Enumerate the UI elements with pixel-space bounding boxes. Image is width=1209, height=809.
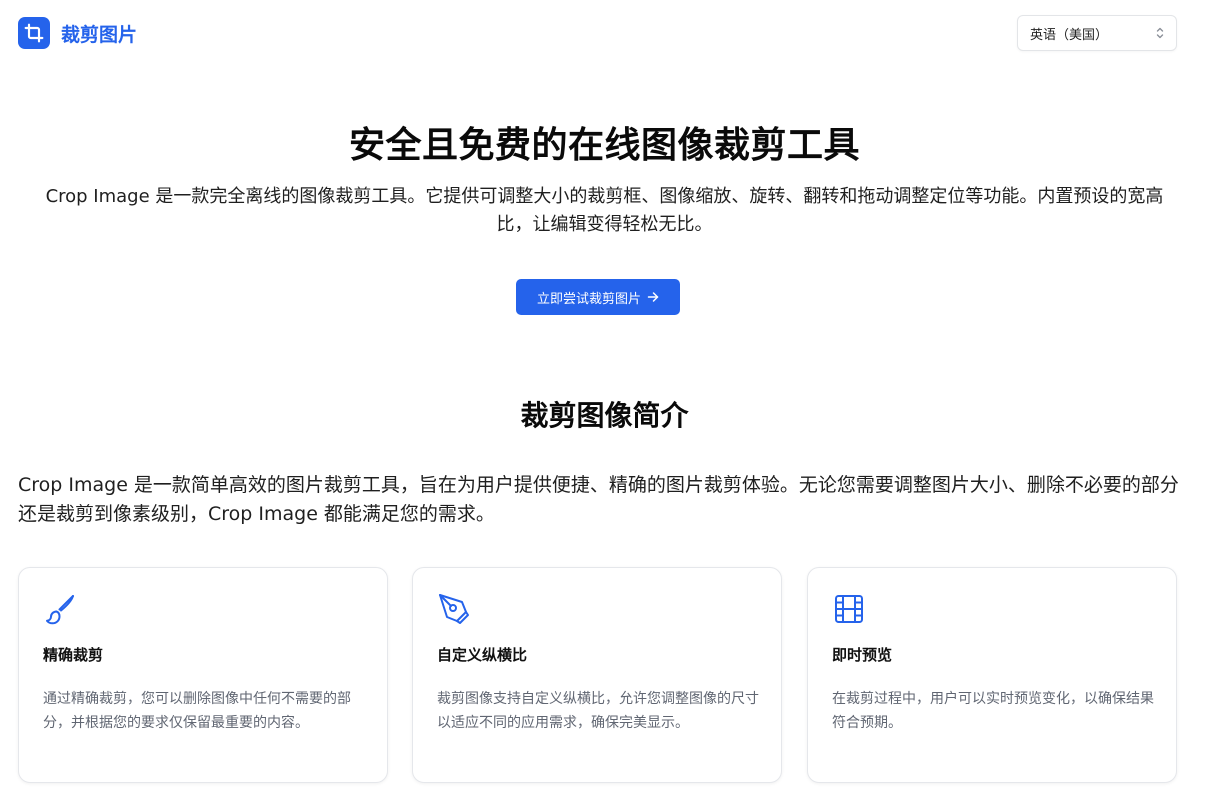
feature-description: 裁剪图像支持自定义纵横比，允许您调整图像的尺寸以适应不同的应用需求，确保完美显示… [437,691,759,731]
feature-card-instant-preview: 即时预览 在裁剪过程中，用户可以实时预览变化，以确保结果符合预期。 [807,567,1177,783]
language-select-value: 英语（美国） [1030,27,1109,43]
top-bar: 裁剪图片 英语（美国） [0,0,1209,68]
feature-title: 即时预览 [832,646,893,664]
crop-icon [18,17,50,49]
pen-tool-icon [439,594,469,624]
try-crop-button-label: 立即尝试裁剪图片 [536,290,641,306]
feature-description: 在裁剪过程中，用户可以实时预览变化，以确保结果符合预期。 [832,691,1154,731]
logo-link[interactable]: 裁剪图片 [18,17,137,49]
hero-title: 安全且免费的在线图像裁剪工具 [348,125,860,166]
try-crop-button[interactable]: 立即尝试裁剪图片 [516,279,680,315]
hero-description: Crop Image 是一款完全离线的图像裁剪工具。它提供可调整大小的裁剪框、图… [45,186,1164,235]
feature-title: 精确裁剪 [43,646,104,664]
app-name: 裁剪图片 [61,23,138,46]
feature-card-aspect-ratio: 自定义纵横比 裁剪图像支持自定义纵横比，允许您调整图像的尺寸以适应不同的应用需求… [412,567,782,783]
brush-icon [46,595,74,625]
feature-title: 自定义纵横比 [437,646,528,664]
chevron-up-down-icon [1156,27,1164,39]
feature-card-precise-crop: 精确裁剪 通过精确裁剪，您可以删除图像中任何不需要的部分，并根据您的要求仅保留最… [18,567,388,783]
arrow-right-icon [647,292,659,302]
intro-body: Crop Image 是一款简单高效的图片裁剪工具，旨在为用户提供便捷、精确的图… [18,474,1179,525]
intro-title: 裁剪图像简介 [520,399,689,432]
language-select[interactable]: 英语（美国） [1017,15,1177,51]
feature-description: 通过精确裁剪，您可以删除图像中任何不需要的部分，并根据您的要求仅保留最重要的内容… [43,691,351,731]
film-icon [835,595,863,623]
